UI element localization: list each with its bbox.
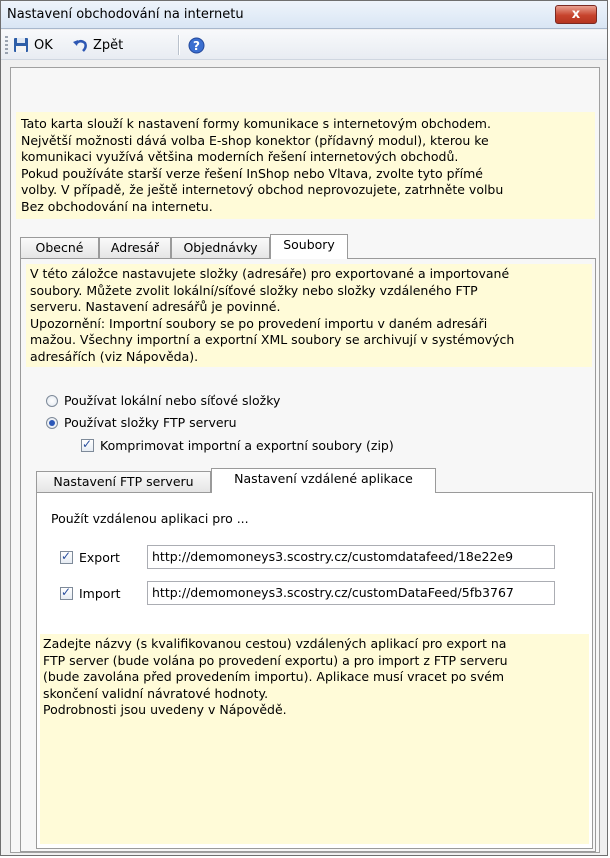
intro-line: komunikaci využívá většina moderních řeš… [21, 149, 459, 164]
info-line: soubory. Můžete zvolit lokální/síťové sl… [30, 282, 478, 298]
tab-remote-app[interactable]: Nastavení vzdálené aplikace [211, 468, 436, 493]
radio-button[interactable] [46, 394, 58, 407]
tab-obecne[interactable]: Obecné [20, 237, 99, 259]
tab-adresar[interactable]: Adresář [99, 237, 171, 259]
info-line: V této záložce nastavujete složky (adres… [30, 266, 510, 281]
window-title: Nastavení obchodování na internetu [7, 7, 244, 22]
save-icon [14, 38, 28, 52]
import-url-field[interactable]: http://demomoneys3.scostry.cz/customData… [147, 581, 555, 605]
note-line: Podrobnosti jsou uvedeny v Nápovědě. [43, 702, 287, 717]
note-line: skončení validní návratové hodnoty. [43, 685, 269, 701]
remote-heading: Použít vzdálenou aplikaci pro ... [51, 511, 249, 526]
close-icon: x [571, 7, 581, 22]
ok-button[interactable]: OK [13, 36, 53, 54]
tab-ftp-server[interactable]: Nastavení FTP serveru [36, 471, 211, 493]
radio-button[interactable] [46, 416, 58, 429]
import-checkbox[interactable]: Import [60, 585, 121, 601]
compress-checkbox[interactable]: Komprimovat importní a exportní soubory … [81, 437, 394, 453]
remote-app-panel: Použít vzdálenou aplikaci pro ... Export… [36, 492, 593, 849]
help-icon: ? [188, 37, 205, 53]
info-line: Upozornění: Importní soubory se po prove… [30, 315, 488, 331]
radio-ftp-folders[interactable]: Používat složky FTP serveru [46, 415, 237, 430]
checkbox[interactable] [60, 585, 73, 600]
close-button[interactable]: x [555, 5, 597, 24]
title-bar[interactable]: Nastavení obchodování na internetu x [1, 1, 607, 29]
import-label: Import [79, 586, 121, 601]
back-label: Zpět [93, 37, 124, 53]
intro-line: Největší možnosti dává volba E-shop kone… [21, 132, 489, 148]
undo-icon [73, 40, 87, 52]
back-button[interactable]: Zpět [72, 36, 123, 54]
radio-local-label: Používat lokální nebo síťové složky [64, 393, 281, 408]
radio-local-folders[interactable]: Používat lokální nebo síťové složky [46, 393, 280, 408]
note-line: (bude zavolána před provedením importu).… [43, 669, 505, 684]
note-line: FTP server (bude volána po provedení exp… [43, 652, 508, 668]
tab-soubory[interactable]: Soubory [270, 234, 348, 259]
ok-label: OK [34, 37, 53, 53]
intro-line: Pokud používáte starší verze řešení InSh… [21, 165, 483, 181]
intro-line: Bez obchodování na internetu. [21, 198, 213, 214]
checkbox[interactable] [81, 437, 94, 452]
export-checkbox[interactable]: Export [60, 549, 120, 565]
toolbar-separator [178, 35, 179, 55]
compress-label: Komprimovat importní a exportní soubory … [100, 438, 394, 453]
intro-line: Tato karta slouží k nastavení formy komu… [21, 116, 491, 131]
export-label: Export [79, 550, 120, 565]
settings-window: Nastavení obchodování na internetu x OK … [0, 0, 608, 856]
help-button[interactable]: ? [188, 36, 205, 54]
svg-text:?: ? [193, 39, 200, 53]
radio-ftp-label: Používat složky FTP serveru [64, 415, 237, 430]
export-url-field[interactable]: http://demomoneys3.scostry.cz/customdata… [147, 545, 555, 569]
toolbar-grip[interactable] [5, 36, 8, 54]
soubory-tab-panel: V této záložce nastavujete složky (adres… [20, 258, 596, 852]
checkbox[interactable] [60, 549, 73, 564]
info-line: serveru. Nastavení adresářů je povinné. [30, 299, 281, 314]
info-line: mažou. Všechny importní a exportní XML s… [30, 332, 515, 347]
info-line: adresářích (viz Nápověda). [30, 348, 199, 364]
tab-objednavky[interactable]: Objednávky [171, 237, 270, 259]
intro-note: Tato karta slouží k nastavení formy komu… [16, 112, 595, 219]
note-line: Zadejte názvy (s kvalifikovanou cestou) … [43, 636, 507, 651]
soubory-info-note: V této záložce nastavujete složky (adres… [26, 264, 592, 367]
toolbar: OK Zpět ? [1, 30, 607, 60]
intro-line: volby. V případě, že ještě internetový o… [21, 182, 504, 197]
remote-note: Zadejte názvy (s kvalifikovanou cestou) … [40, 634, 589, 844]
